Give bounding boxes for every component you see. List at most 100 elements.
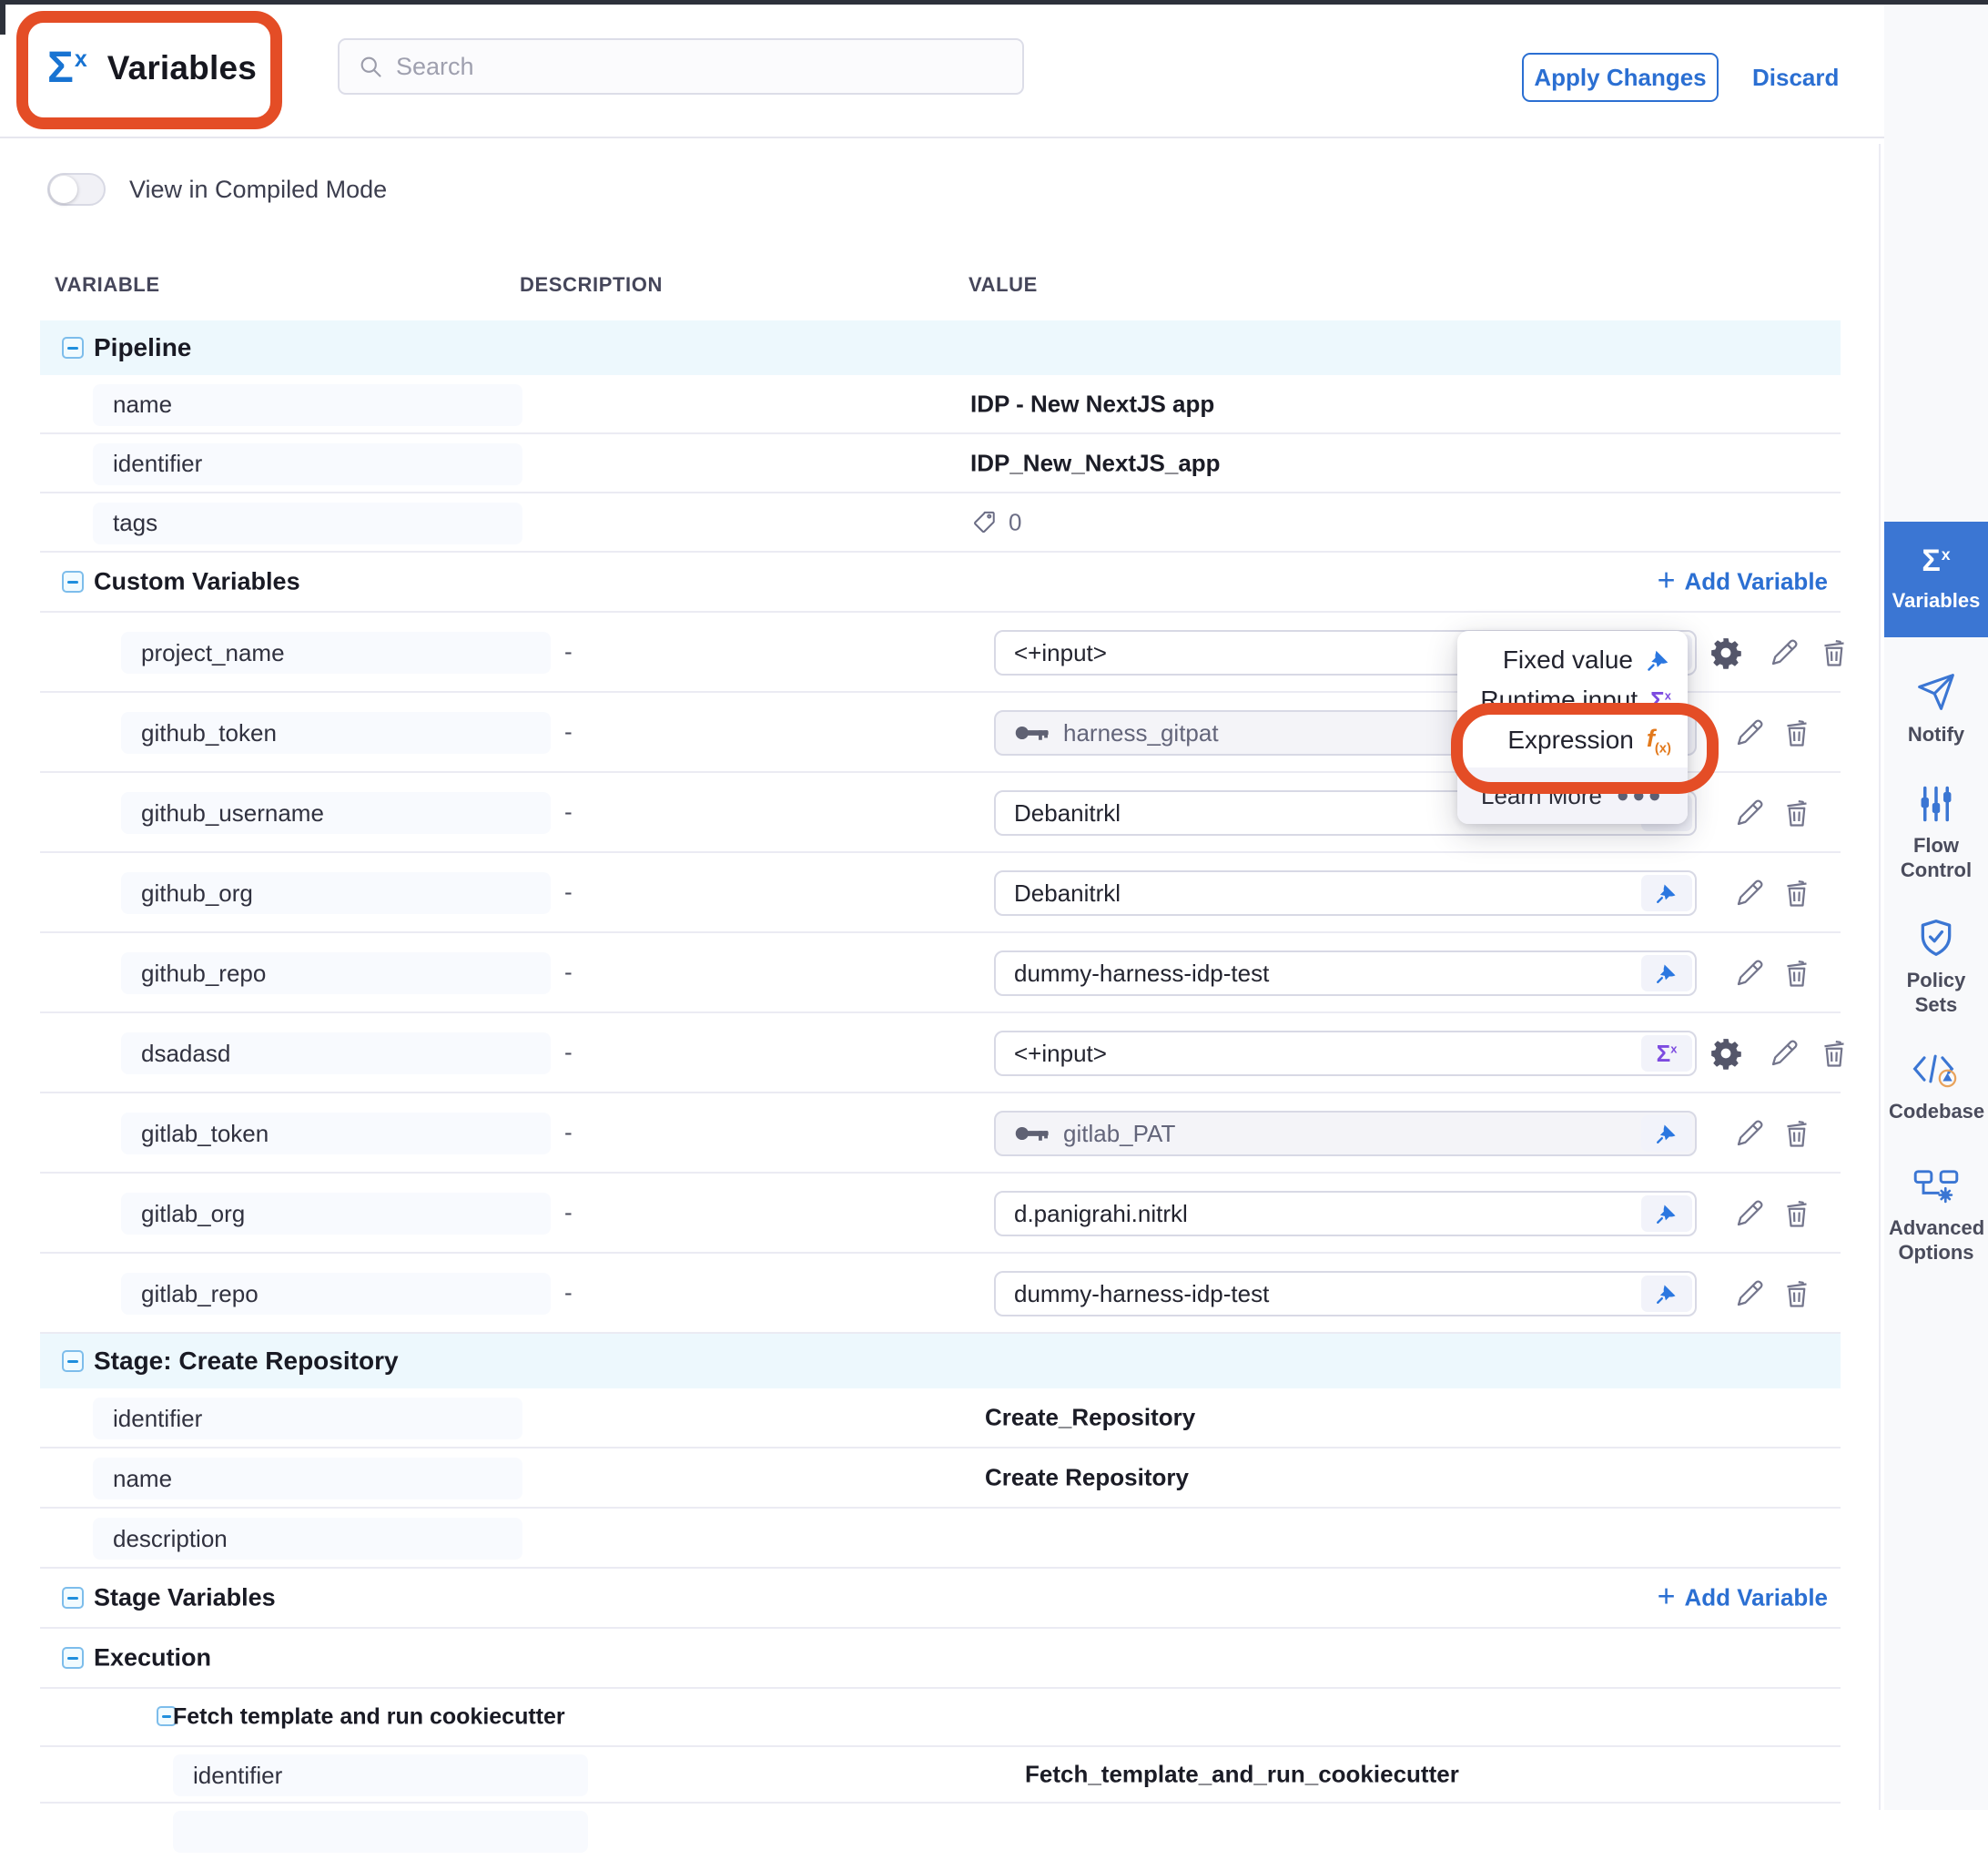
collapse-icon[interactable]	[62, 1587, 84, 1609]
learn-more-row[interactable]: Learn More ●●●	[1457, 767, 1688, 824]
variable-row-github_org: github_org-Debanitrkl	[40, 853, 1841, 933]
edit-variable-button[interactable]	[1731, 1195, 1768, 1232]
pencil-icon[interactable]	[1768, 636, 1800, 669]
fixed-value-type-button[interactable]	[1641, 1276, 1692, 1312]
variable-value: Fetch_template_and_run_cookiecutter	[1025, 1761, 1459, 1789]
delete-variable-button[interactable]	[1779, 955, 1815, 991]
value-input[interactable]: dummy-harness-idp-test	[994, 950, 1697, 996]
value-input[interactable]: <+input>Σx	[994, 1031, 1697, 1076]
tab-flow-control[interactable]: Flow Control	[1884, 785, 1988, 883]
section-row-pipeline: Pipeline	[40, 320, 1841, 375]
search-icon	[358, 54, 383, 79]
variable-name-label: project_name	[121, 632, 551, 674]
pencil-icon[interactable]	[1733, 957, 1766, 990]
apply-changes-button[interactable]: Apply Changes	[1522, 53, 1719, 102]
value-input[interactable]: gitlab_PAT	[994, 1111, 1697, 1156]
fixed-value-type-button[interactable]	[1641, 875, 1692, 911]
pencil-icon[interactable]	[1733, 797, 1766, 829]
variable-row-gitlab_repo: gitlab_repo-dummy-harness-idp-test	[40, 1254, 1841, 1334]
delete-variable-button[interactable]	[1816, 1035, 1852, 1072]
tab-policy-sets[interactable]: Policy Sets	[1884, 918, 1988, 1018]
pencil-icon[interactable]	[1768, 1037, 1800, 1070]
menu-item-fixed-value[interactable]: Fixed value	[1457, 640, 1688, 680]
trash-icon[interactable]	[1780, 1197, 1813, 1230]
discard-button[interactable]: Discard	[1752, 53, 1839, 102]
delete-variable-button[interactable]	[1779, 795, 1815, 831]
menu-item-expression[interactable]: Expression f(x)	[1457, 720, 1688, 760]
collapse-icon[interactable]	[62, 337, 84, 359]
collapse-icon[interactable]	[62, 1350, 84, 1372]
delete-variable-button[interactable]	[1779, 715, 1815, 751]
scrollbar-track[interactable]	[1879, 144, 1881, 1810]
value-input[interactable]: dummy-harness-idp-test	[994, 1271, 1697, 1316]
page-title: Variables	[107, 49, 257, 87]
edit-variable-button[interactable]	[1731, 1115, 1768, 1152]
trash-icon[interactable]	[1818, 1037, 1851, 1070]
description-placeholder: -	[564, 1119, 573, 1147]
collapse-icon[interactable]	[62, 571, 84, 593]
trash-icon[interactable]	[1780, 1277, 1813, 1310]
variable-name-label: github_username	[121, 792, 551, 834]
trash-icon[interactable]	[1818, 636, 1851, 669]
trash-icon[interactable]	[1780, 1117, 1813, 1150]
add-variable-button[interactable]: +Add Variable	[1658, 1584, 1828, 1612]
add-variable-button[interactable]: +Add Variable	[1658, 568, 1828, 596]
trash-icon[interactable]	[1780, 797, 1813, 829]
shield-check-icon	[1916, 918, 1956, 958]
pencil-icon[interactable]	[1733, 717, 1766, 749]
pin-icon	[1655, 1282, 1679, 1306]
trash-icon[interactable]	[1780, 957, 1813, 990]
pencil-icon[interactable]	[1733, 877, 1766, 910]
edit-variable-button[interactable]	[1731, 1276, 1768, 1312]
pencil-icon[interactable]	[1733, 1117, 1766, 1150]
section-label: Execution	[94, 1644, 211, 1672]
edit-variable-button[interactable]	[1731, 875, 1768, 911]
fixed-value-type-button[interactable]	[1641, 1195, 1692, 1232]
variable-settings-button[interactable]	[1708, 635, 1744, 671]
tab-notify[interactable]: Notify	[1884, 672, 1988, 747]
delete-variable-button[interactable]	[1816, 635, 1852, 671]
edit-variable-button[interactable]	[1766, 1035, 1802, 1072]
tab-advanced-options[interactable]: Advanced Options	[1884, 1167, 1988, 1265]
column-header-value: VALUE	[969, 273, 1038, 297]
tab-codebase[interactable]: Codebase	[1884, 1049, 1988, 1124]
field-row-identifier: identifier Fetch_template_and_run_cookiec…	[40, 1747, 1841, 1804]
pin-icon	[1655, 1122, 1679, 1145]
edit-variable-button[interactable]	[1766, 635, 1802, 671]
delete-variable-button[interactable]	[1779, 875, 1815, 911]
variable-name-label: identifier	[173, 1754, 588, 1796]
variable-name-label: github_repo	[121, 952, 551, 994]
delete-variable-button[interactable]	[1779, 1115, 1815, 1152]
variable-name-label: name	[93, 1458, 522, 1499]
trash-icon[interactable]	[1780, 717, 1813, 749]
window-corner-edge	[0, 0, 5, 35]
pencil-icon[interactable]	[1733, 1197, 1766, 1230]
collapse-icon[interactable]	[62, 1647, 84, 1669]
fixed-value-type-button[interactable]	[1641, 1115, 1692, 1152]
section-label: Pipeline	[94, 333, 191, 362]
fixed-value-type-button[interactable]	[1641, 955, 1692, 991]
trash-icon[interactable]	[1780, 877, 1813, 910]
compiled-mode-toggle[interactable]	[47, 173, 106, 206]
window-top-edge	[0, 0, 1988, 5]
menu-item-runtime-input[interactable]: Runtime input Σx	[1457, 680, 1688, 720]
edit-variable-button[interactable]	[1731, 955, 1768, 991]
column-header-variable: VARIABLE	[55, 273, 160, 297]
variable-settings-button[interactable]	[1708, 1035, 1744, 1072]
delete-variable-button[interactable]	[1779, 1195, 1815, 1232]
value-input[interactable]: d.panigrahi.nitrkl	[994, 1191, 1697, 1236]
gear-icon[interactable]	[1709, 1036, 1743, 1071]
tab-variables[interactable]: Σx Variables	[1884, 522, 1988, 637]
variable-name-label: description	[93, 1518, 522, 1560]
value-input[interactable]: Debanitrkl	[994, 870, 1697, 916]
runtime-input-type-button[interactable]: Σx	[1641, 1035, 1692, 1072]
delete-variable-button[interactable]	[1779, 1276, 1815, 1312]
pencil-icon[interactable]	[1733, 1277, 1766, 1310]
search-input[interactable]: Search	[338, 38, 1024, 95]
edit-variable-button[interactable]	[1731, 715, 1768, 751]
plus-icon: +	[1658, 1581, 1676, 1612]
variable-name-label: gitlab_token	[121, 1113, 551, 1154]
edit-variable-button[interactable]	[1731, 795, 1768, 831]
gear-icon[interactable]	[1709, 635, 1743, 670]
right-rail: Σx Variables Notify Flow Control Policy …	[1884, 0, 1988, 1810]
